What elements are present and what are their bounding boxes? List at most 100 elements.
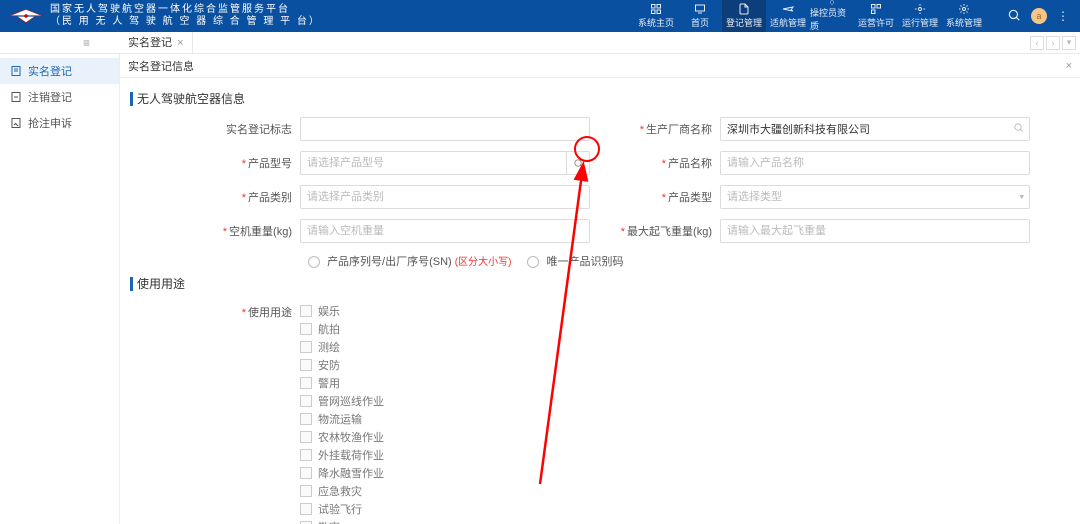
checkbox-icon [300, 449, 312, 461]
label-product-model: 产品型号 [190, 155, 300, 171]
label-manufacturer: 生产厂商名称 [610, 121, 720, 137]
card-close-icon[interactable]: × [1066, 60, 1072, 72]
tab-realname-reg[interactable]: 实名登记 × [120, 32, 193, 54]
label-max-takeoff: 最大起飞重量(kg) [610, 223, 720, 239]
caac-logo-icon [8, 7, 44, 25]
sidebar-item-label: 注销登记 [28, 89, 72, 105]
select-product-type[interactable] [720, 185, 1030, 209]
nav-operator-qual[interactable]: 操控员资质 [810, 0, 854, 32]
radio-icon [308, 256, 320, 268]
usage-label: 娱乐 [318, 303, 340, 319]
section-heading: 无人驾驶航空器信息 [137, 90, 245, 107]
checkbox-icon [300, 431, 312, 443]
radio-icon [527, 256, 539, 268]
section-usage: 使用用途 使用用途 娱乐航拍测绘安防警用管网巡线作业物流运输农林牧渔作业外挂载荷… [130, 275, 1070, 524]
label-empty-weight: 空机重量(kg) [190, 223, 300, 239]
usage-checkbox-list: 娱乐航拍测绘安防警用管网巡线作业物流运输农林牧渔作业外挂载荷作业降水融雪作业应急… [300, 302, 384, 524]
input-reg-mark[interactable] [300, 117, 590, 141]
logo-block: 国家无人驾驶航空器一体化综合监管服务平台 （民 用 无 人 驾 驶 航 空 器 … [8, 4, 321, 28]
usage-checkbox[interactable]: 外挂载荷作业 [300, 446, 384, 464]
checkbox-icon [300, 323, 312, 335]
checkbox-icon [300, 305, 312, 317]
nav-operation-license[interactable]: 运营许可 [854, 0, 898, 32]
checkbox-icon [300, 485, 312, 497]
usage-checkbox[interactable]: 测绘 [300, 338, 384, 356]
usage-checkbox[interactable]: 降水融雪作业 [300, 464, 384, 482]
checkbox-icon [300, 377, 312, 389]
usage-label: 安防 [318, 357, 340, 373]
sidebar-toggle-icon[interactable]: ≡ [0, 32, 120, 54]
checkbox-icon [300, 341, 312, 353]
platform-title-line1: 国家无人驾驶航空器一体化综合监管服务平台 [50, 4, 321, 16]
usage-label: 管网巡线作业 [318, 393, 384, 409]
lookup-product-model-button[interactable] [566, 151, 590, 175]
select-product-category[interactable] [300, 185, 590, 209]
top-nav: 系统主页 首页 登记管理 适航管理 操控员资质 运营许可 运行管理 系统管理 [634, 0, 986, 32]
sidebar-item-label: 抢注申诉 [28, 115, 72, 131]
header-search-icon[interactable] [1007, 8, 1021, 25]
usage-checkbox[interactable]: 试验飞行 [300, 500, 384, 518]
tab-nav-menu[interactable]: ▾ [1062, 36, 1076, 50]
app-header: 国家无人驾驶航空器一体化综合监管服务平台 （民 用 无 人 驾 驶 航 空 器 … [0, 0, 1080, 32]
usage-checkbox[interactable]: 安防 [300, 356, 384, 374]
section-heading: 使用用途 [137, 275, 185, 292]
label-product-name: 产品名称 [610, 155, 720, 171]
usage-label: 应急救灾 [318, 483, 362, 499]
header-more-icon[interactable]: ⋮ [1057, 9, 1070, 23]
usage-label: 航拍 [318, 321, 340, 337]
usage-label: 物流运输 [318, 411, 362, 427]
usage-checkbox[interactable]: 警用 [300, 374, 384, 392]
input-empty-weight[interactable] [300, 219, 590, 243]
input-product-name[interactable] [720, 151, 1030, 175]
sidebar-item-dereg[interactable]: 注销登记 [0, 84, 119, 110]
nav-registration-mgmt[interactable]: 登记管理 [722, 0, 766, 32]
input-product-model[interactable] [300, 151, 566, 175]
radio-unique-id[interactable]: 唯一产品识别码 [527, 253, 623, 269]
usage-label: 农林牧渔作业 [318, 429, 384, 445]
input-max-takeoff[interactable] [720, 219, 1030, 243]
usage-checkbox[interactable]: 农林牧渔作业 [300, 428, 384, 446]
nav-system-mgmt[interactable]: 系统管理 [942, 0, 986, 32]
tab-nav-next[interactable]: › [1046, 36, 1060, 50]
card-title: 实名登记信息 [128, 58, 194, 74]
sidebar-item-realname[interactable]: 实名登记 [0, 58, 119, 84]
usage-label: 警用 [318, 375, 340, 391]
usage-checkbox[interactable]: 航拍 [300, 320, 384, 338]
sidebar-item-appeal[interactable]: 抢注申诉 [0, 110, 119, 136]
usage-label: 外挂载荷作业 [318, 447, 384, 463]
radio-sn[interactable]: 产品序列号/出厂序号(SN) (区分大小写) [308, 253, 511, 269]
main-panel: 实名登记信息 × 无人驾驶航空器信息 实名登记标志 [120, 54, 1080, 524]
checkbox-icon [300, 467, 312, 479]
sidebar-item-label: 实名登记 [28, 63, 72, 79]
section-bar-icon [130, 92, 133, 106]
nav-home[interactable]: 首页 [678, 0, 722, 32]
tabbar: ≡ 实名登记 × ‹ › ▾ [0, 32, 1080, 54]
lookup-manufacturer-icon[interactable] [1013, 122, 1024, 136]
nav-system-home[interactable]: 系统主页 [634, 0, 678, 32]
header-right: a ⋮ [1007, 0, 1080, 32]
usage-label: 测绘 [318, 339, 340, 355]
usage-checkbox[interactable]: 应急救灾 [300, 482, 384, 500]
tab-nav-prev[interactable]: ‹ [1030, 36, 1044, 50]
user-avatar[interactable]: a [1031, 8, 1047, 24]
nav-airworthiness[interactable]: 适航管理 [766, 0, 810, 32]
usage-checkbox[interactable]: 娱乐 [300, 302, 384, 320]
card-header: 实名登记信息 × [120, 54, 1080, 78]
platform-title-line2: （民 用 无 人 驾 驶 航 空 器 综 合 管 理 平 台） [50, 16, 321, 28]
label-product-type: 产品类型 [610, 189, 720, 205]
tab-close-icon[interactable]: × [177, 37, 183, 49]
checkbox-icon [300, 359, 312, 371]
usage-label: 勘察 [318, 519, 340, 524]
checkbox-icon [300, 413, 312, 425]
input-manufacturer[interactable] [720, 117, 1030, 141]
usage-checkbox[interactable]: 管网巡线作业 [300, 392, 384, 410]
label-reg-mark: 实名登记标志 [190, 121, 300, 137]
usage-label: 试验飞行 [318, 501, 362, 517]
usage-checkbox[interactable]: 勘察 [300, 518, 384, 524]
section-uav-info: 无人驾驶航空器信息 实名登记标志 生产厂商名称 [130, 90, 1070, 269]
usage-label: 降水融雪作业 [318, 465, 384, 481]
label-usage: 使用用途 [190, 302, 300, 320]
section-bar-icon [130, 277, 133, 291]
nav-flight-mgmt[interactable]: 运行管理 [898, 0, 942, 32]
usage-checkbox[interactable]: 物流运输 [300, 410, 384, 428]
